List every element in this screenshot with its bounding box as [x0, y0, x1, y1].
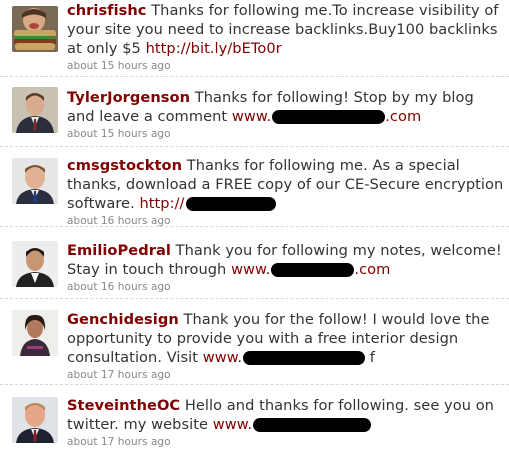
tweet-timeline: chrisfishc Thanks for following me.To in… — [0, 0, 509, 450]
tweet-body: chrisfishc Thanks for following me.To in… — [67, 1, 505, 73]
tweet-body: Genchidesign Thank you for the follow! I… — [67, 310, 505, 382]
screen-name-link[interactable]: SteveintheOC — [67, 397, 180, 414]
tweet-timestamp[interactable]: about 16 hours ago — [67, 280, 505, 294]
redaction-mark — [185, 197, 276, 211]
screen-name-link[interactable]: Genchidesign — [67, 311, 179, 328]
tweet-url-link[interactable]: http://bit.ly/bETo0r — [146, 40, 282, 57]
tweet-body: SteveintheOC Hello and thanks for follow… — [67, 396, 505, 449]
tweet-item: TylerJorgenson Thanks for following! Sto… — [0, 76, 509, 147]
tweet-timestamp[interactable]: about 17 hours ago — [67, 368, 505, 382]
tweet-timestamp[interactable]: about 15 hours ago — [67, 59, 505, 73]
tweet-url-link[interactable]: http:// — [139, 195, 276, 212]
redaction-mark — [253, 418, 372, 432]
tweet-body: TylerJorgenson Thanks for following! Sto… — [67, 88, 505, 141]
tweet-url-link[interactable]: www. .com — [232, 108, 421, 125]
tweet-url-link[interactable]: www. .com — [231, 261, 390, 278]
screen-name-link[interactable]: cmsgstockton — [67, 157, 182, 174]
redaction-mark — [243, 351, 366, 365]
redaction-mark — [272, 110, 386, 124]
screen-name-link[interactable]: chrisfishc — [67, 2, 147, 19]
tweet-item: EmilioPedral Thank you for following my … — [0, 226, 509, 299]
tweet-timestamp[interactable]: about 15 hours ago — [67, 127, 505, 141]
tweet-url-link[interactable]: www. — [203, 349, 366, 366]
screen-name-link[interactable]: TylerJorgenson — [67, 89, 190, 106]
avatar[interactable] — [12, 87, 58, 133]
avatar[interactable] — [12, 241, 58, 287]
avatar[interactable] — [12, 397, 58, 443]
avatar[interactable] — [12, 6, 58, 52]
tweet-item: chrisfishc Thanks for following me.To in… — [0, 0, 509, 77]
avatar[interactable] — [12, 158, 58, 204]
tweet-item: SteveintheOC Hello and thanks for follow… — [0, 384, 509, 450]
tweet-url-link[interactable]: www. — [213, 416, 372, 433]
tweet-body: cmsgstockton Thanks for following me. As… — [67, 156, 505, 228]
tweet-item: Genchidesign Thank you for the follow! I… — [0, 298, 509, 385]
redaction-mark — [271, 263, 355, 277]
tweet-timestamp[interactable]: about 17 hours ago — [67, 435, 505, 449]
avatar[interactable] — [12, 310, 58, 356]
tweet-item: cmsgstockton Thanks for following me. As… — [0, 146, 509, 227]
screen-name-link[interactable]: EmilioPedral — [67, 242, 171, 259]
tweet-body: EmilioPedral Thank you for following my … — [67, 241, 505, 294]
tweet-trailing-text: f — [369, 349, 375, 366]
